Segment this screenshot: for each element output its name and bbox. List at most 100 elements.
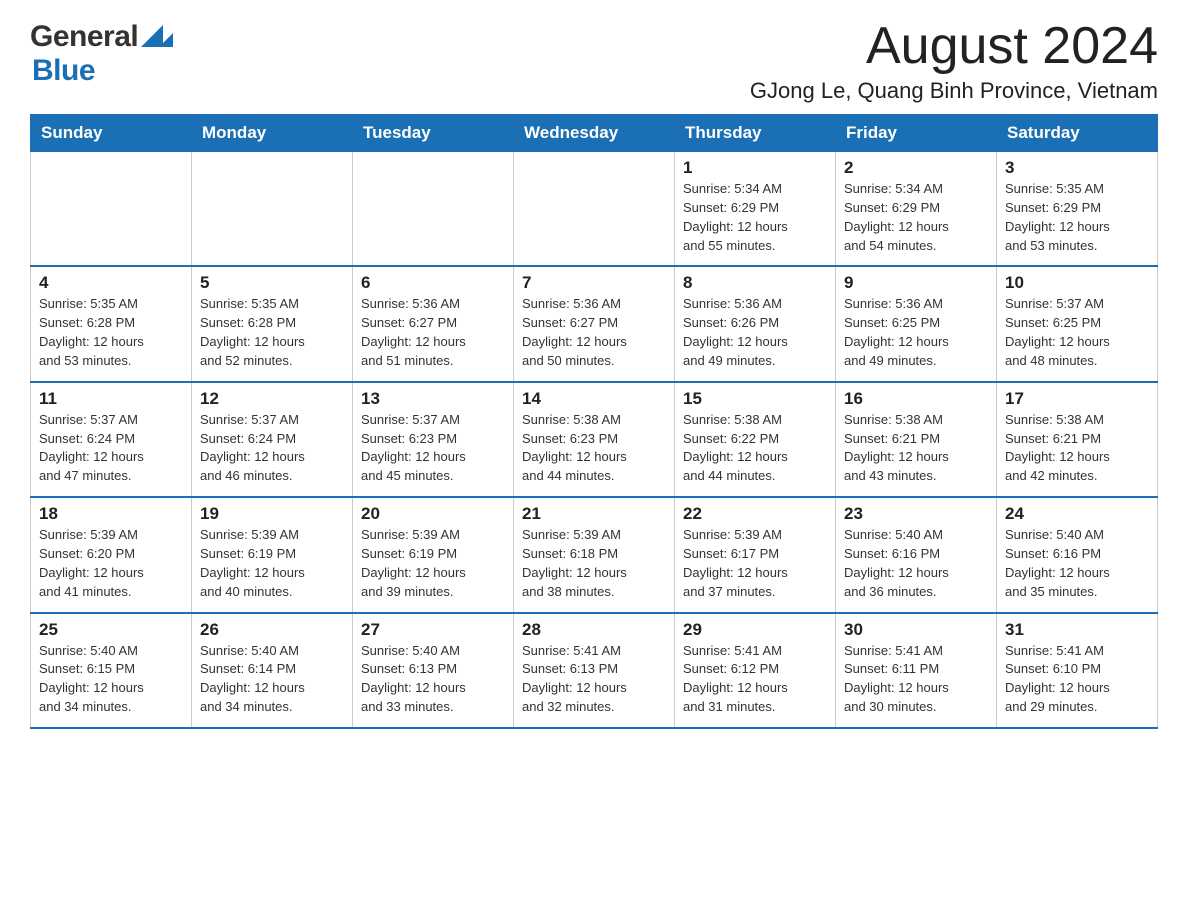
title-area: August 2024 GJong Le, Quang Binh Provinc… <box>750 20 1158 104</box>
week-row-3: 11Sunrise: 5:37 AM Sunset: 6:24 PM Dayli… <box>31 382 1158 497</box>
calendar-cell: 19Sunrise: 5:39 AM Sunset: 6:19 PM Dayli… <box>192 497 353 612</box>
day-info: Sunrise: 5:34 AM Sunset: 6:29 PM Dayligh… <box>683 180 827 255</box>
calendar-cell: 3Sunrise: 5:35 AM Sunset: 6:29 PM Daylig… <box>997 152 1158 267</box>
calendar-cell: 8Sunrise: 5:36 AM Sunset: 6:26 PM Daylig… <box>675 266 836 381</box>
day-number: 10 <box>1005 273 1149 293</box>
calendar-cell: 1Sunrise: 5:34 AM Sunset: 6:29 PM Daylig… <box>675 152 836 267</box>
calendar-cell: 6Sunrise: 5:36 AM Sunset: 6:27 PM Daylig… <box>353 266 514 381</box>
day-number: 23 <box>844 504 988 524</box>
day-info: Sunrise: 5:35 AM Sunset: 6:29 PM Dayligh… <box>1005 180 1149 255</box>
calendar-cell: 21Sunrise: 5:39 AM Sunset: 6:18 PM Dayli… <box>514 497 675 612</box>
day-info: Sunrise: 5:38 AM Sunset: 6:21 PM Dayligh… <box>844 411 988 486</box>
week-row-4: 18Sunrise: 5:39 AM Sunset: 6:20 PM Dayli… <box>31 497 1158 612</box>
day-number: 28 <box>522 620 666 640</box>
calendar-cell: 30Sunrise: 5:41 AM Sunset: 6:11 PM Dayli… <box>836 613 997 728</box>
day-number: 1 <box>683 158 827 178</box>
calendar-cell: 24Sunrise: 5:40 AM Sunset: 6:16 PM Dayli… <box>997 497 1158 612</box>
calendar-cell: 5Sunrise: 5:35 AM Sunset: 6:28 PM Daylig… <box>192 266 353 381</box>
day-number: 18 <box>39 504 183 524</box>
day-number: 27 <box>361 620 505 640</box>
day-number: 11 <box>39 389 183 409</box>
week-row-5: 25Sunrise: 5:40 AM Sunset: 6:15 PM Dayli… <box>31 613 1158 728</box>
logo-blue-label: Blue <box>32 54 95 88</box>
logo: General Blue <box>30 20 173 88</box>
day-info: Sunrise: 5:39 AM Sunset: 6:18 PM Dayligh… <box>522 526 666 601</box>
day-info: Sunrise: 5:35 AM Sunset: 6:28 PM Dayligh… <box>39 295 183 370</box>
calendar: SundayMondayTuesdayWednesdayThursdayFrid… <box>30 114 1158 729</box>
day-header-thursday: Thursday <box>675 115 836 152</box>
calendar-cell: 26Sunrise: 5:40 AM Sunset: 6:14 PM Dayli… <box>192 613 353 728</box>
day-info: Sunrise: 5:39 AM Sunset: 6:17 PM Dayligh… <box>683 526 827 601</box>
day-number: 15 <box>683 389 827 409</box>
location-title: GJong Le, Quang Binh Province, Vietnam <box>750 78 1158 104</box>
day-number: 19 <box>200 504 344 524</box>
day-info: Sunrise: 5:40 AM Sunset: 6:16 PM Dayligh… <box>1005 526 1149 601</box>
calendar-cell: 13Sunrise: 5:37 AM Sunset: 6:23 PM Dayli… <box>353 382 514 497</box>
day-info: Sunrise: 5:40 AM Sunset: 6:16 PM Dayligh… <box>844 526 988 601</box>
day-number: 16 <box>844 389 988 409</box>
calendar-body: 1Sunrise: 5:34 AM Sunset: 6:29 PM Daylig… <box>31 152 1158 728</box>
calendar-cell: 4Sunrise: 5:35 AM Sunset: 6:28 PM Daylig… <box>31 266 192 381</box>
calendar-cell: 16Sunrise: 5:38 AM Sunset: 6:21 PM Dayli… <box>836 382 997 497</box>
day-info: Sunrise: 5:36 AM Sunset: 6:26 PM Dayligh… <box>683 295 827 370</box>
day-info: Sunrise: 5:40 AM Sunset: 6:15 PM Dayligh… <box>39 642 183 717</box>
month-title: August 2024 <box>750 20 1158 72</box>
day-info: Sunrise: 5:37 AM Sunset: 6:24 PM Dayligh… <box>39 411 183 486</box>
header: General Blue August 2024 GJong Le, Quang… <box>30 20 1158 104</box>
calendar-cell: 23Sunrise: 5:40 AM Sunset: 6:16 PM Dayli… <box>836 497 997 612</box>
calendar-cell <box>192 152 353 267</box>
day-number: 9 <box>844 273 988 293</box>
calendar-cell <box>353 152 514 267</box>
day-header-friday: Friday <box>836 115 997 152</box>
day-info: Sunrise: 5:40 AM Sunset: 6:14 PM Dayligh… <box>200 642 344 717</box>
day-info: Sunrise: 5:36 AM Sunset: 6:25 PM Dayligh… <box>844 295 988 370</box>
day-info: Sunrise: 5:41 AM Sunset: 6:10 PM Dayligh… <box>1005 642 1149 717</box>
calendar-cell: 17Sunrise: 5:38 AM Sunset: 6:21 PM Dayli… <box>997 382 1158 497</box>
day-number: 2 <box>844 158 988 178</box>
day-info: Sunrise: 5:34 AM Sunset: 6:29 PM Dayligh… <box>844 180 988 255</box>
day-info: Sunrise: 5:37 AM Sunset: 6:24 PM Dayligh… <box>200 411 344 486</box>
day-info: Sunrise: 5:39 AM Sunset: 6:19 PM Dayligh… <box>200 526 344 601</box>
day-info: Sunrise: 5:38 AM Sunset: 6:21 PM Dayligh… <box>1005 411 1149 486</box>
day-header-tuesday: Tuesday <box>353 115 514 152</box>
day-header-saturday: Saturday <box>997 115 1158 152</box>
calendar-cell: 7Sunrise: 5:36 AM Sunset: 6:27 PM Daylig… <box>514 266 675 381</box>
day-number: 14 <box>522 389 666 409</box>
calendar-cell: 10Sunrise: 5:37 AM Sunset: 6:25 PM Dayli… <box>997 266 1158 381</box>
day-info: Sunrise: 5:38 AM Sunset: 6:23 PM Dayligh… <box>522 411 666 486</box>
day-info: Sunrise: 5:36 AM Sunset: 6:27 PM Dayligh… <box>522 295 666 370</box>
day-header-wednesday: Wednesday <box>514 115 675 152</box>
day-info: Sunrise: 5:37 AM Sunset: 6:25 PM Dayligh… <box>1005 295 1149 370</box>
calendar-cell: 12Sunrise: 5:37 AM Sunset: 6:24 PM Dayli… <box>192 382 353 497</box>
day-number: 26 <box>200 620 344 640</box>
calendar-cell: 9Sunrise: 5:36 AM Sunset: 6:25 PM Daylig… <box>836 266 997 381</box>
day-info: Sunrise: 5:35 AM Sunset: 6:28 PM Dayligh… <box>200 295 344 370</box>
week-row-1: 1Sunrise: 5:34 AM Sunset: 6:29 PM Daylig… <box>31 152 1158 267</box>
calendar-cell: 29Sunrise: 5:41 AM Sunset: 6:12 PM Dayli… <box>675 613 836 728</box>
day-number: 29 <box>683 620 827 640</box>
week-row-2: 4Sunrise: 5:35 AM Sunset: 6:28 PM Daylig… <box>31 266 1158 381</box>
day-info: Sunrise: 5:37 AM Sunset: 6:23 PM Dayligh… <box>361 411 505 486</box>
day-info: Sunrise: 5:41 AM Sunset: 6:12 PM Dayligh… <box>683 642 827 717</box>
calendar-cell: 22Sunrise: 5:39 AM Sunset: 6:17 PM Dayli… <box>675 497 836 612</box>
days-of-week-row: SundayMondayTuesdayWednesdayThursdayFrid… <box>31 115 1158 152</box>
day-number: 12 <box>200 389 344 409</box>
day-info: Sunrise: 5:40 AM Sunset: 6:13 PM Dayligh… <box>361 642 505 717</box>
day-number: 24 <box>1005 504 1149 524</box>
day-number: 17 <box>1005 389 1149 409</box>
calendar-cell: 28Sunrise: 5:41 AM Sunset: 6:13 PM Dayli… <box>514 613 675 728</box>
day-number: 31 <box>1005 620 1149 640</box>
calendar-cell: 25Sunrise: 5:40 AM Sunset: 6:15 PM Dayli… <box>31 613 192 728</box>
day-number: 21 <box>522 504 666 524</box>
day-number: 20 <box>361 504 505 524</box>
day-info: Sunrise: 5:38 AM Sunset: 6:22 PM Dayligh… <box>683 411 827 486</box>
logo-general-text: General <box>30 20 173 54</box>
day-info: Sunrise: 5:41 AM Sunset: 6:11 PM Dayligh… <box>844 642 988 717</box>
day-info: Sunrise: 5:41 AM Sunset: 6:13 PM Dayligh… <box>522 642 666 717</box>
day-number: 3 <box>1005 158 1149 178</box>
logo-general-label: General <box>30 20 138 54</box>
day-number: 30 <box>844 620 988 640</box>
day-info: Sunrise: 5:39 AM Sunset: 6:19 PM Dayligh… <box>361 526 505 601</box>
calendar-header: SundayMondayTuesdayWednesdayThursdayFrid… <box>31 115 1158 152</box>
calendar-cell: 14Sunrise: 5:38 AM Sunset: 6:23 PM Dayli… <box>514 382 675 497</box>
